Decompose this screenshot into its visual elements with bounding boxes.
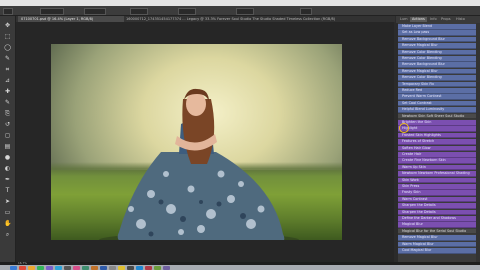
action-item[interactable]: Magical Blur (398, 222, 476, 228)
history-brush-tool-icon[interactable]: ↺ (4, 121, 11, 128)
action-item[interactable]: Frosted Skin Highlights (398, 132, 476, 139)
dock-app-icon[interactable] (145, 265, 152, 270)
crop-tool-icon[interactable]: ⌗ (4, 66, 11, 73)
tab-lum[interactable]: Lum (400, 17, 408, 22)
action-item[interactable]: Newborn Skin Soft Sheer Soul Studio (398, 113, 476, 120)
tab-info[interactable]: Info (430, 17, 437, 22)
move-tool-icon[interactable]: ✥ (4, 22, 11, 29)
hand-tool-icon[interactable]: ✋ (4, 220, 11, 227)
dock-app-icon[interactable] (64, 265, 71, 270)
flow-field[interactable] (178, 8, 196, 15)
dock-app-icon[interactable] (46, 265, 53, 270)
action-item[interactable]: Features of Stretch (398, 139, 476, 145)
action-item[interactable]: Define the Darker and Shadows (398, 216, 476, 222)
zoom-tool-icon[interactable]: ⌕ (4, 231, 11, 238)
smoothing-field[interactable] (236, 8, 254, 15)
healing-tool-icon[interactable]: ✚ (4, 88, 11, 95)
action-item[interactable]: Newborn Newborn Professional Shading (398, 171, 476, 177)
pen-tool-icon[interactable]: ✒ (4, 176, 11, 183)
dock-app-icon[interactable] (118, 265, 125, 270)
action-item[interactable]: Helpful Blend Luminosity (398, 107, 476, 113)
action-item[interactable]: Create Fine Newborn Skin (398, 158, 476, 164)
action-item[interactable]: Soften Hair Glow (398, 145, 476, 152)
pressure-toggle[interactable] (300, 8, 312, 15)
dock-app-icon[interactable] (82, 265, 89, 270)
actions-panel: Make Layer Blend Set as Low pass Remove Ba… (398, 23, 476, 262)
action-item[interactable]: Remove Magical Blur (398, 235, 476, 241)
action-item[interactable]: Skin Work (398, 177, 476, 184)
mode-dropdown[interactable] (84, 8, 106, 15)
action-item[interactable]: Frosty Skin (398, 190, 476, 196)
dock-app-icon[interactable] (127, 265, 134, 270)
action-item[interactable]: Set Cool Contrast (398, 100, 476, 107)
action-item[interactable]: Remove Magical Blur (398, 43, 476, 49)
marquee-tool-icon[interactable]: ⬚ (4, 33, 11, 40)
action-item[interactable]: Warm Magical Blur (398, 241, 476, 248)
cursor-highlight-ring (399, 123, 409, 133)
dock-app-icon[interactable] (109, 265, 116, 270)
action-item[interactable]: Highlight (398, 126, 476, 132)
tab-histo[interactable]: Histo (456, 17, 465, 22)
brush-tool-icon[interactable]: ✎ (4, 99, 11, 106)
action-item[interactable]: Make Layer Blend (398, 24, 476, 30)
tab-actions[interactable]: Actions (410, 17, 427, 22)
dock-app-icon[interactable] (19, 265, 26, 270)
dock-app-icon[interactable] (37, 265, 44, 270)
action-item[interactable]: Temporary Skin Fix (398, 81, 476, 88)
dock-app-icon[interactable] (91, 265, 98, 270)
action-item[interactable]: Warm Up Skin (398, 164, 476, 171)
tool-preset-picker[interactable] (3, 8, 13, 15)
quick-select-tool-icon[interactable]: ✎ (4, 55, 11, 62)
action-item[interactable]: Magical Blur for the Serial Soul Studio (398, 228, 476, 235)
dock-app-icon[interactable] (55, 265, 62, 270)
action-item[interactable]: Cool Magical Blur (398, 248, 476, 254)
brush-size-picker[interactable] (40, 8, 64, 15)
action-item[interactable]: Create Hair (398, 152, 476, 158)
options-bar (0, 6, 480, 16)
action-item[interactable]: Warm Contrast (398, 196, 476, 203)
action-item[interactable]: Remove Color Blending (398, 49, 476, 56)
action-item[interactable]: Remove Background Blur (398, 36, 476, 43)
dock-app-icon[interactable] (73, 265, 80, 270)
canvas-photo[interactable] (51, 44, 342, 240)
type-tool-icon[interactable]: T (4, 187, 11, 194)
action-item[interactable]: Reduce Red (398, 88, 476, 94)
eraser-tool-icon[interactable]: ◻ (4, 132, 11, 139)
action-item[interactable]: Prevent Warm Contrast (398, 94, 476, 100)
dock-app-icon[interactable] (28, 265, 35, 270)
eyedropper-tool-icon[interactable]: ⊿ (4, 77, 11, 84)
lasso-tool-icon[interactable]: ◯ (4, 44, 11, 51)
dock-app-icon[interactable] (163, 265, 170, 270)
tab-props[interactable]: Props (441, 17, 451, 22)
action-item[interactable]: Set as Low pass (398, 30, 476, 36)
opacity-field[interactable] (130, 8, 148, 15)
shape-tool-icon[interactable]: ▭ (4, 209, 11, 216)
action-item[interactable]: Skin Press (398, 184, 476, 190)
action-item[interactable]: Remove Color Blending (398, 75, 476, 81)
panel-scrollbar[interactable] (476, 23, 480, 262)
dock-app-icon[interactable] (100, 265, 107, 270)
dock-app-icon[interactable] (10, 265, 17, 270)
clone-tool-icon[interactable]: ⎘ (4, 110, 11, 117)
action-item[interactable]: Brighten the Skin (398, 120, 476, 126)
action-item[interactable]: Sharpen the Details (398, 203, 476, 209)
action-item[interactable]: Remove Magical Blur (398, 68, 476, 75)
dock-app-icon[interactable] (154, 265, 161, 270)
action-item[interactable]: Sharpen the Details (398, 209, 476, 216)
panel-tab-bar: Lum Actions Info Props Histo (396, 16, 480, 23)
path-select-tool-icon[interactable]: ➤ (4, 198, 11, 205)
gradient-tool-icon[interactable]: ▤ (4, 143, 11, 150)
mac-dock (0, 265, 480, 270)
action-item[interactable]: Remove Color Blending (398, 56, 476, 62)
blur-tool-icon[interactable]: ● (4, 154, 11, 161)
action-item[interactable]: Remove Background Blur (398, 62, 476, 68)
tools-panel: ✥ ⬚ ◯ ✎ ⌗ ⊿ ✚ ✎ ⎘ ↺ ◻ ▤ ● ◐ ✒ T ➤ ▭ ✋ ⌕ (0, 16, 16, 262)
girl-figure (99, 88, 299, 240)
dock-app-icon[interactable] (136, 265, 143, 270)
dodge-tool-icon[interactable]: ◐ (4, 165, 11, 172)
